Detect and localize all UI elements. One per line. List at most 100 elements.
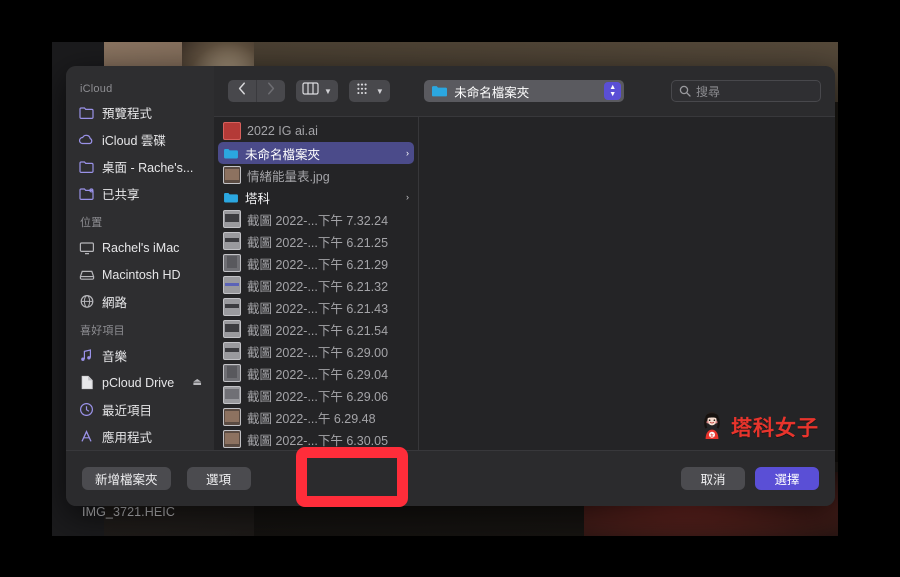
chevron-right-icon: › [406, 148, 409, 158]
list-item[interactable]: 截圖 2022-...下午 6.29.06 [218, 384, 414, 406]
sidebar-item-applications[interactable]: 應用程式 [72, 423, 208, 450]
sidebar-item-pcloud-drive[interactable]: pCloud Drive ⏏ [72, 369, 208, 396]
list-item-label: 截圖 2022-...下午 6.21.54 [247, 323, 389, 338]
globe-icon [78, 293, 95, 310]
folder-icon [78, 158, 95, 175]
clock-icon [78, 401, 95, 418]
chevron-down-icon: ▼ [324, 86, 332, 96]
sidebar-item-music[interactable]: 音樂 [72, 342, 208, 369]
sidebar-item-desktop-icloud[interactable]: 桌面 - Rache's... [72, 153, 208, 180]
options-button[interactable]: 選項 [186, 467, 251, 490]
list-item[interactable]: 截圖 2022-...下午 6.21.54 [218, 318, 414, 340]
list-item[interactable]: 截圖 2022-...下午 6.29.00 [218, 340, 414, 362]
back-button[interactable] [228, 80, 256, 102]
screenshot-file-icon [223, 298, 241, 316]
chevron-left-icon [238, 82, 246, 100]
watermark-text: 塔科女子 [731, 417, 819, 440]
cancel-button[interactable]: 取消 [681, 467, 745, 490]
forward-button[interactable] [256, 80, 285, 102]
list-item-label: 塔科 [245, 191, 271, 206]
list-item-label: 截圖 2022-...下午 6.21.32 [247, 279, 389, 294]
document-icon [78, 374, 95, 391]
sidebar-item-network[interactable]: 網路 [72, 288, 208, 315]
list-item[interactable]: 截圖 2022-...午 6.29.48 [218, 406, 414, 428]
list-item-label: 截圖 2022-...下午 6.29.04 [247, 367, 389, 382]
group-by-button[interactable]: ▼ [348, 80, 390, 102]
list-item[interactable]: 未命名檔案夾 › [218, 142, 414, 164]
list-item[interactable]: 截圖 2022-...下午 6.21.32 [218, 274, 414, 296]
chevron-right-icon [267, 82, 275, 100]
list-item-label: 截圖 2022-...下午 6.29.06 [247, 389, 389, 404]
list-item[interactable]: 截圖 2022-...下午 7.32.24 [218, 208, 414, 230]
music-note-icon [78, 347, 95, 364]
screenshot-file-icon [223, 342, 241, 360]
choose-button[interactable]: 選擇 [755, 467, 819, 490]
list-item[interactable]: 截圖 2022-...下午 6.21.29 [218, 252, 414, 274]
sidebar-item-imac[interactable]: Rachel's iMac [72, 234, 208, 261]
shared-folder-icon [78, 185, 95, 202]
search-icon [679, 85, 691, 97]
list-item-label: 截圖 2022-...下午 6.21.25 [247, 235, 389, 250]
list-item[interactable]: 截圖 2022-...下午 6.21.25 [218, 230, 414, 252]
sidebar-item-label: 最近項目 [102, 404, 153, 418]
grid-view-icon [355, 82, 371, 101]
file-picker-dialog: iCloud 預覽程式 iCloud 雲碟 桌面 - Rache's... 已共… [66, 66, 835, 506]
view-mode-button[interactable]: ▼ [296, 80, 338, 102]
screenshot-file-icon [223, 232, 241, 250]
navigation-buttons[interactable] [228, 80, 285, 102]
list-item-label: 情緒能量表.jpg [247, 169, 330, 184]
sidebar[interactable]: iCloud 預覽程式 iCloud 雲碟 桌面 - Rache's... 已共… [66, 66, 214, 450]
sidebar-item-label: 預覽程式 [102, 107, 153, 121]
sidebar-item-preview-app[interactable]: 預覽程式 [72, 99, 208, 126]
list-item[interactable]: 塔科 › [218, 186, 414, 208]
list-item[interactable]: 截圖 2022-...下午 6.21.43 [218, 296, 414, 318]
list-item[interactable]: 2022 IG ai.ai [218, 120, 414, 142]
watermark: 女 塔科女子 [697, 410, 819, 445]
applications-icon [78, 428, 95, 445]
popup-stepper-icon[interactable]: ▲ ▼ [604, 82, 622, 100]
sidebar-item-label: 音樂 [102, 350, 128, 364]
sidebar-item-recents[interactable]: 最近項目 [72, 396, 208, 423]
sidebar-item-icloud-drive[interactable]: iCloud 雲碟 [72, 126, 208, 153]
sidebar-item-label: 桌面 - Rache's... [102, 161, 194, 175]
cloud-icon [78, 131, 95, 148]
list-item[interactable]: 截圖 2022-...下午 6.30.05 [218, 428, 414, 450]
file-list[interactable]: 2022 IG ai.ai 未命名檔案夾 › 情緒能量表.jpg 塔科 › 截圖… [214, 117, 419, 450]
chevron-right-icon: › [406, 192, 409, 202]
sidebar-item-label: pCloud Drive [102, 375, 175, 390]
search-placeholder: 搜尋 [695, 84, 720, 99]
display-icon [78, 239, 95, 256]
folder-icon [78, 104, 95, 121]
path-popup-button[interactable]: 未命名檔案夾 ▲ ▼ [424, 80, 625, 102]
list-item-label: 截圖 2022-...午 6.29.48 [247, 411, 376, 426]
search-input[interactable]: 搜尋 [670, 80, 821, 102]
sidebar-item-label: 網路 [102, 296, 128, 310]
mascot-icon: 女 [697, 410, 727, 445]
list-item-label: 截圖 2022-...下午 6.30.05 [247, 433, 389, 448]
list-item-label: 截圖 2022-...下午 6.29.00 [247, 345, 389, 360]
new-folder-button[interactable]: 新增檔案夾 [82, 467, 171, 490]
list-item-label: 截圖 2022-...下午 7.32.24 [247, 213, 389, 228]
list-item-label: 2022 IG ai.ai [247, 124, 318, 138]
sidebar-item-shared[interactable]: 已共享 [72, 180, 208, 207]
preview-column: 女 塔科女子 [419, 117, 835, 450]
screenshot-root: IMG_3721.HEIC iCloud 預覽程式 iCloud 雲碟 桌面 -… [0, 0, 900, 577]
eject-icon[interactable]: ⏏ [189, 377, 202, 388]
background-filename-label: IMG_3721.HEIC [82, 505, 176, 519]
chevron-down-glyph: ▼ [609, 91, 617, 98]
folder-icon [431, 84, 448, 98]
screenshot-file-icon [223, 386, 241, 404]
screenshot-file-icon [223, 254, 241, 272]
sidebar-item-label: 應用程式 [102, 431, 153, 445]
list-item[interactable]: 截圖 2022-...下午 6.29.04 [218, 362, 414, 384]
sidebar-item-label: iCloud 雲碟 [102, 134, 166, 148]
sidebar-item-label: Rachel's iMac [102, 240, 180, 255]
footer-actions: 取消 選擇 [681, 467, 819, 490]
list-item-label: 截圖 2022-...下午 6.21.29 [247, 257, 389, 272]
screenshot-file-icon [223, 430, 241, 448]
chevron-up-glyph: ▲ [609, 84, 617, 91]
sidebar-item-label: 已共享 [102, 188, 140, 202]
list-item[interactable]: 情緒能量表.jpg [218, 164, 414, 186]
folder-icon [223, 145, 239, 161]
sidebar-item-macintosh-hd[interactable]: Macintosh HD [72, 261, 208, 288]
